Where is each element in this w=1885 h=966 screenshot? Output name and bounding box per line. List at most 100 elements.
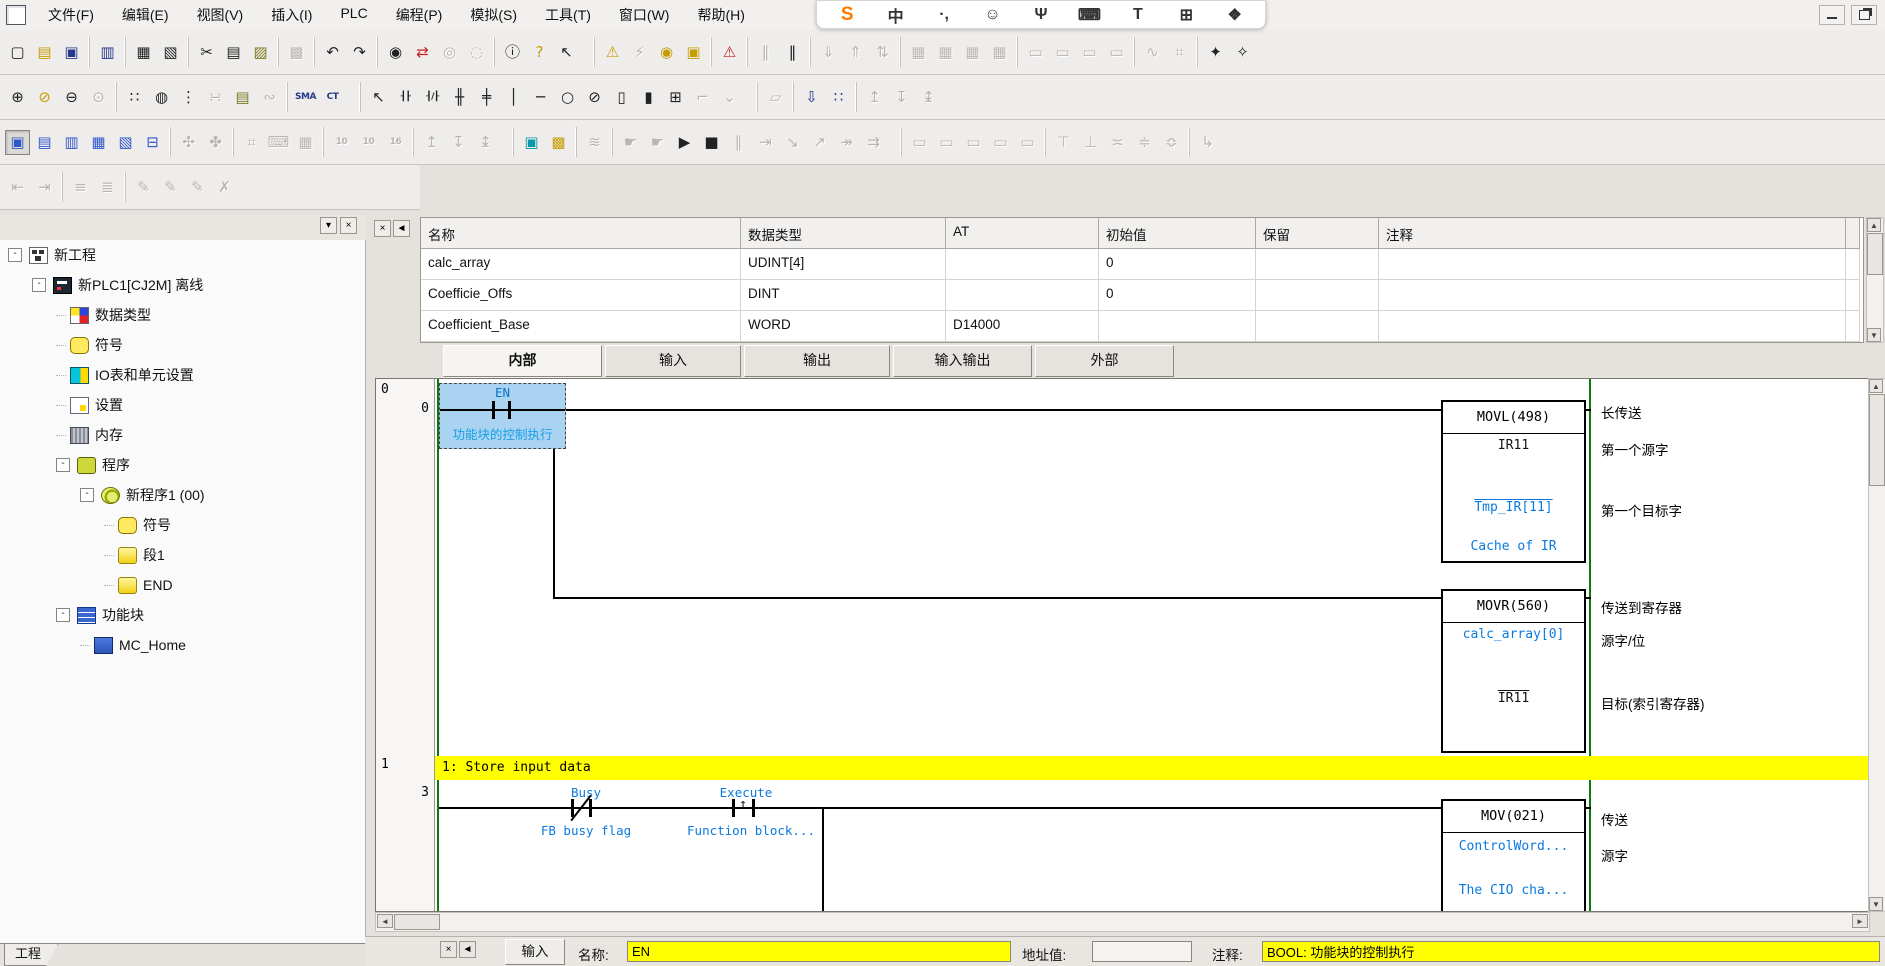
io-panel-icon[interactable]: ⌨ bbox=[266, 130, 291, 155]
print-preview-icon[interactable]: ▧ bbox=[158, 40, 183, 65]
instruction-box-nc-icon[interactable]: ▮ bbox=[636, 85, 661, 110]
download-icon[interactable]: ⇓ bbox=[816, 40, 841, 65]
new-window-icon[interactable]: ▱ bbox=[763, 85, 788, 110]
skin-icon[interactable]: T bbox=[1114, 6, 1162, 24]
fb-generate-icon[interactable]: ✣ bbox=[176, 130, 201, 155]
open-icon[interactable]: ▤ bbox=[32, 40, 57, 65]
help-icon[interactable]: ? bbox=[527, 40, 552, 65]
vartable-scroll-up[interactable]: ▲ bbox=[1867, 218, 1881, 232]
stop-icon[interactable]: ■ bbox=[699, 130, 724, 155]
step-to-end-icon[interactable]: ⇥ bbox=[753, 130, 778, 155]
fb-tab-输出[interactable]: 输出 bbox=[744, 345, 890, 377]
watch-window-3-icon[interactable]: ▭ bbox=[961, 130, 986, 155]
vartable-scroll-down[interactable]: ▼ bbox=[1867, 328, 1881, 342]
cell[interactable]: Coefficient_Base bbox=[421, 311, 741, 342]
pause-run-icon[interactable]: ‖ bbox=[726, 130, 751, 155]
menu-item-1[interactable]: 编辑(E) bbox=[108, 1, 183, 29]
menu-item-8[interactable]: 窗口(W) bbox=[605, 1, 684, 29]
select-tool-icon[interactable]: ↖ bbox=[366, 85, 391, 110]
fb-tab-外部[interactable]: 外部 bbox=[1035, 345, 1174, 377]
protection-icon[interactable]: ✦ bbox=[1203, 40, 1228, 65]
find-prev-icon[interactable]: ◌ bbox=[464, 40, 489, 65]
cell[interactable]: 0 bbox=[1099, 249, 1256, 280]
tree-item-数据类型[interactable]: 数据类型 bbox=[0, 300, 365, 330]
watch-2-icon[interactable]: ▭ bbox=[1050, 40, 1075, 65]
column-header-初始值[interactable]: 初始值 bbox=[1099, 218, 1256, 249]
chinese-mode-icon[interactable]: 中 bbox=[871, 3, 919, 27]
vertical-line-icon[interactable]: │ bbox=[501, 85, 526, 110]
hex-display-icon[interactable]: 16 bbox=[383, 130, 408, 155]
change-order-icon[interactable]: ▩ bbox=[284, 40, 309, 65]
align-list-2-icon[interactable]: ≣ bbox=[95, 175, 120, 200]
menu-item-5[interactable]: 编程(P) bbox=[382, 1, 457, 29]
tree-item-设置[interactable]: 设置 bbox=[0, 390, 365, 420]
pause-icon[interactable]: ‖ bbox=[780, 40, 805, 65]
watch-4-icon[interactable]: ▭ bbox=[1104, 40, 1129, 65]
tree-item-功能块[interactable]: -功能块 bbox=[0, 600, 365, 630]
view-symbols-icon[interactable]: ▥ bbox=[59, 130, 84, 155]
menu-item-3[interactable]: 插入(I) bbox=[257, 1, 326, 29]
undo-icon[interactable]: ↶ bbox=[320, 40, 345, 65]
watch-sheet-icon[interactable]: ▤ bbox=[230, 85, 255, 110]
fb-instance-icon[interactable]: ✤ bbox=[203, 130, 228, 155]
pause-offline-icon[interactable]: ‖ bbox=[753, 40, 778, 65]
tree-item-END[interactable]: END bbox=[0, 570, 365, 600]
rung1-comment-bar[interactable]: 1: Store input data bbox=[435, 756, 1870, 780]
tree-item-段1[interactable]: 段1 bbox=[0, 540, 365, 570]
contact-or-nc-icon[interactable]: ╪ bbox=[474, 85, 499, 110]
pv-4-icon[interactable]: ≑ bbox=[1132, 130, 1157, 155]
view-io-icon[interactable]: ▦ bbox=[86, 130, 111, 155]
zoom-out-icon[interactable]: ⊖ bbox=[59, 85, 84, 110]
draw-3-icon[interactable]: ✎ bbox=[185, 175, 210, 200]
restore-button[interactable] bbox=[1851, 5, 1877, 25]
name-field[interactable] bbox=[627, 941, 1011, 962]
cell[interactable]: UDINT[4] bbox=[741, 249, 946, 280]
cell[interactable] bbox=[1256, 249, 1379, 280]
upload-icon[interactable]: ⇑ bbox=[843, 40, 868, 65]
context-help-icon[interactable]: ↖ bbox=[554, 40, 579, 65]
grid-icon[interactable]: ∷ bbox=[122, 85, 147, 110]
ladder-scroll-thumb[interactable] bbox=[1869, 394, 1885, 486]
variable-row-calc_array[interactable]: calc_arrayUDINT[4]0 bbox=[421, 249, 1863, 280]
watch-window-1-icon[interactable]: ▭ bbox=[907, 130, 932, 155]
coil-icon[interactable]: ○ bbox=[555, 85, 580, 110]
column-header-保留[interactable]: 保留 bbox=[1256, 218, 1379, 249]
transfer-monitor-icon[interactable]: ⚠ bbox=[717, 40, 742, 65]
watch-window-5-icon[interactable]: ▭ bbox=[1015, 130, 1040, 155]
tree-item-内存[interactable]: 内存 bbox=[0, 420, 365, 450]
verify-icon[interactable]: ⇅ bbox=[870, 40, 895, 65]
signed-decimal-display-icon[interactable]: 10 bbox=[356, 130, 381, 155]
hex-monitor-icon[interactable]: ⌗ bbox=[239, 130, 264, 155]
monitor-window-4-icon[interactable]: ▦ bbox=[987, 40, 1012, 65]
horizontal-line-icon[interactable]: ─ bbox=[528, 85, 553, 110]
statusbar-prev-button[interactable]: ◄ bbox=[459, 941, 476, 958]
movr-block[interactable]: MOVR(560) calc_array[0] IR11 bbox=[1441, 589, 1586, 753]
clock-icon[interactable]: ⌗ bbox=[1167, 40, 1192, 65]
menu-item-2[interactable]: 视图(V) bbox=[183, 1, 258, 29]
vartable-scrollbar[interactable]: ▲ ▼ bbox=[1866, 217, 1884, 343]
cell[interactable] bbox=[1379, 280, 1846, 311]
column-header-名称[interactable]: 名称 bbox=[421, 218, 741, 249]
voice-input-icon[interactable]: Ψ bbox=[1017, 6, 1065, 24]
partial-transfer-icon[interactable]: ▣ bbox=[681, 40, 706, 65]
fb-invocation-icon[interactable]: ⊞ bbox=[663, 85, 688, 110]
word-comment-icon[interactable]: ◍ bbox=[149, 85, 174, 110]
menu-item-4[interactable]: PLC bbox=[326, 1, 381, 29]
view-mnemonic-icon[interactable]: ▤ bbox=[32, 130, 57, 155]
cell[interactable] bbox=[1846, 280, 1860, 311]
online-edit-compile-icon[interactable]: ⚡ bbox=[627, 40, 652, 65]
expand-box-icon[interactable]: - bbox=[8, 248, 22, 262]
menu-item-6[interactable]: 模拟(S) bbox=[456, 1, 531, 29]
cell[interactable] bbox=[1846, 311, 1860, 342]
work-online-icon[interactable]: ▣ bbox=[519, 130, 544, 155]
expand-box-icon[interactable]: - bbox=[56, 608, 70, 622]
rung-annotation-icon[interactable]: ⋮ bbox=[176, 85, 201, 110]
compile-to-file-icon[interactable]: ▥ bbox=[95, 40, 120, 65]
zoom-in-icon[interactable]: ⊕ bbox=[5, 85, 30, 110]
menu-item-9[interactable]: 帮助(H) bbox=[683, 1, 758, 29]
ladder-hscroll-thumb[interactable] bbox=[394, 914, 440, 930]
column-header-extra[interactable] bbox=[1846, 218, 1860, 249]
indent-icon[interactable]: ⇥ bbox=[32, 175, 57, 200]
column-header-AT[interactable]: AT bbox=[946, 218, 1099, 249]
run-icon[interactable]: ▶ bbox=[672, 130, 697, 155]
